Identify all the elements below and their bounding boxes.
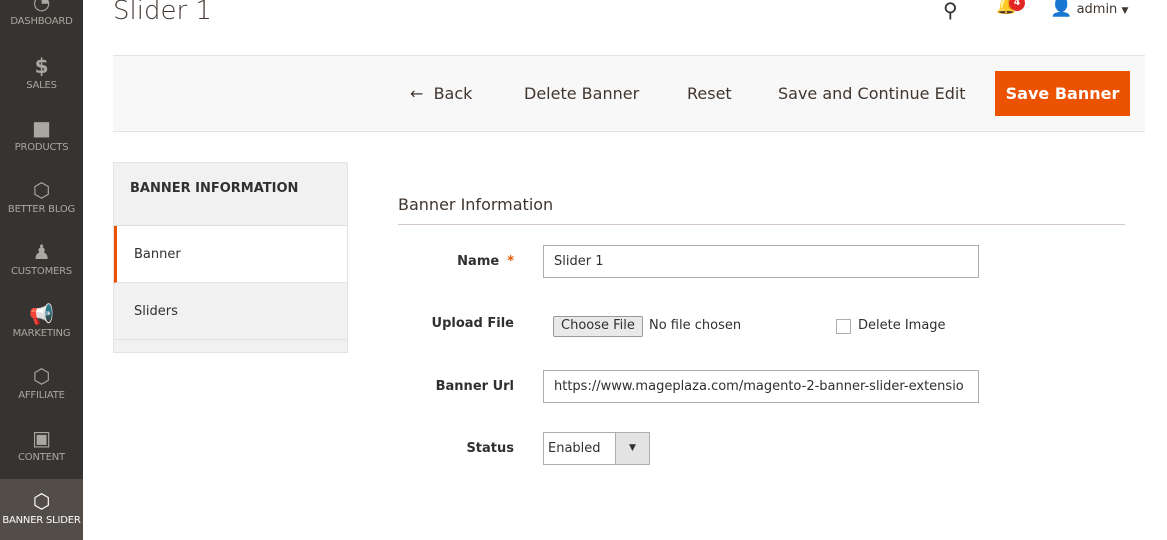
- hexagon-icon: ⬡: [32, 364, 51, 388]
- tabs-title: BANNER INFORMATION: [114, 163, 347, 226]
- caret-down-icon: ▼: [1121, 6, 1129, 16]
- page-actions-toolbar: ← Back Delete Banner Reset Save and Cont…: [113, 55, 1145, 132]
- hexagon-icon: ⬡: [32, 489, 51, 513]
- chevron-down-icon: ▼: [615, 433, 649, 464]
- reset-button[interactable]: Reset: [687, 84, 732, 103]
- required-asterisk: *: [507, 254, 514, 269]
- box-icon: ■: [32, 116, 51, 140]
- sidebar-item-banner-slider[interactable]: ⬡ BANNER SLIDER: [0, 479, 83, 540]
- sidebar-item-customers[interactable]: ♟ CUSTOMERS: [0, 238, 83, 300]
- save-banner-button[interactable]: Save Banner: [995, 71, 1130, 116]
- layout-icon: ▣: [32, 426, 51, 450]
- sidebar-item-better-blog[interactable]: ⬡ BETTER BLOG: [0, 176, 83, 238]
- admin-sidebar: ◔ DASHBOARD $ SALES ■ PRODUCTS ⬡ BETTER BLOG…: [0, 0, 83, 540]
- notification-badge[interactable]: 4: [1009, 0, 1025, 11]
- dollar-icon: $: [34, 54, 49, 78]
- megaphone-icon: 📢: [29, 302, 54, 326]
- section-title: Banner Information: [398, 195, 1125, 225]
- hexagon-icon: ⬡: [32, 178, 51, 202]
- file-status: No file chosen: [649, 318, 742, 333]
- person-icon: ♟: [32, 240, 51, 264]
- sidebar-item-affiliate[interactable]: ⬡ AFFILIATE: [0, 362, 83, 424]
- search-icon[interactable]: ⚲: [943, 0, 958, 22]
- banner-url-input[interactable]: https://www.mageplaza.com/magento-2-bann…: [543, 370, 979, 403]
- status-select[interactable]: Enabled ▼: [543, 432, 650, 465]
- tab-banner[interactable]: Banner: [114, 226, 347, 283]
- upload-file-label: Upload File: [431, 316, 514, 331]
- delete-banner-button[interactable]: Delete Banner: [524, 84, 639, 103]
- user-menu[interactable]: 👤 admin ▼: [1050, 0, 1128, 18]
- dashboard-icon: ◔: [32, 0, 51, 14]
- save-and-continue-button[interactable]: Save and Continue Edit: [778, 84, 966, 103]
- arrow-left-icon: ←: [410, 84, 424, 103]
- name-input[interactable]: Slider 1: [543, 245, 979, 278]
- back-button[interactable]: ← Back: [410, 84, 472, 103]
- sidebar-item-dashboard[interactable]: ◔ DASHBOARD: [0, 0, 83, 50]
- status-label: Status: [466, 441, 514, 456]
- user-icon: 👤: [1050, 0, 1073, 18]
- sidebar-item-products[interactable]: ■ PRODUCTS: [0, 114, 83, 176]
- sidebar-item-sales[interactable]: $ SALES: [0, 52, 83, 114]
- delete-image-label[interactable]: Delete Image: [858, 318, 946, 333]
- name-label: Name *: [457, 254, 514, 269]
- page-title: Slider 1: [113, 0, 212, 26]
- choose-file-button[interactable]: Choose File: [553, 316, 643, 337]
- side-tabs: BANNER INFORMATION Banner Sliders: [113, 162, 348, 353]
- sidebar-item-content[interactable]: ▣ CONTENT: [0, 424, 83, 486]
- sidebar-item-marketing[interactable]: 📢 MARKETING: [0, 300, 83, 362]
- banner-url-label: Banner Url: [435, 379, 514, 394]
- tab-sliders[interactable]: Sliders: [114, 283, 347, 340]
- delete-image-checkbox[interactable]: [836, 319, 851, 334]
